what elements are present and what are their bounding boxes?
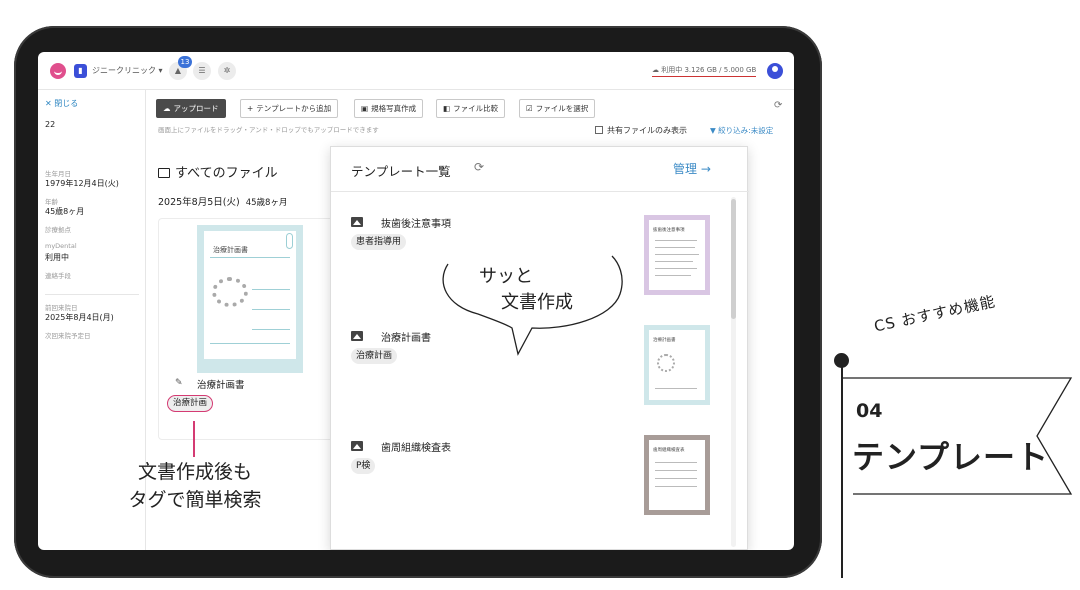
birthday-value: 1979年12月4日(火)	[45, 179, 119, 188]
photo-button[interactable]: ▣ 規格写真作成	[354, 99, 424, 118]
clinic-icon: ▮	[74, 64, 87, 78]
close-button[interactable]: ✕ 閉じる	[45, 98, 78, 109]
file-name: 治療計画書	[197, 380, 245, 391]
gear-icon[interactable]: ✲	[218, 62, 236, 80]
divider	[45, 294, 139, 295]
bubble-line-1: サッと	[479, 266, 533, 287]
scrollbar-thumb[interactable]	[731, 199, 736, 319]
sync-icon[interactable]: ⟳	[774, 100, 782, 111]
clip-icon	[286, 233, 293, 249]
thumb-title: 歯周組織検査表	[653, 448, 685, 453]
template-thumbnail[interactable]: 抜歯後注意事項	[644, 215, 710, 295]
birthday-label: 生年月日	[45, 170, 71, 178]
notification-badge: 13	[178, 56, 192, 68]
annotation-line-1: 文書作成後も	[137, 461, 252, 483]
cloud-upload-icon: ☁	[163, 104, 171, 113]
template-tag[interactable]: 治療計画	[351, 348, 398, 364]
image-icon	[351, 217, 363, 227]
compare-icon: ◧	[443, 104, 451, 113]
image-icon	[351, 441, 363, 451]
doc-rule	[252, 309, 290, 310]
last-visit-label: 前回来院日	[45, 304, 78, 312]
template-thumbnail[interactable]: 歯周組織検査表	[644, 435, 710, 515]
popup-title: テンプレート一覧	[351, 164, 451, 179]
filter-icon: ▼	[710, 126, 716, 135]
file-tag[interactable]: 治療計画	[167, 395, 214, 412]
upload-button[interactable]: ☁ アップロード	[156, 99, 226, 118]
doc-rule	[252, 289, 290, 290]
contact-label: 連絡手段	[45, 272, 71, 280]
feature-title: テンプレート	[852, 438, 1050, 476]
doc-rule	[210, 257, 290, 258]
document-preview: 治療計画書	[204, 231, 296, 359]
thumb-title: 抜歯後注意事項	[653, 228, 685, 233]
avatar[interactable]	[767, 63, 783, 79]
add-template-button[interactable]: + テンプレートから追加	[240, 99, 339, 118]
clinic-selector[interactable]: ジニークリニック ▾	[92, 65, 163, 76]
refresh-icon[interactable]: ⟳	[474, 160, 484, 174]
clinic-label: 診療拠点	[45, 226, 71, 234]
folder-icon	[158, 168, 170, 178]
template-name[interactable]: 歯周組織検査表	[381, 439, 451, 454]
all-files-heading: すべてのファイル	[158, 162, 278, 181]
shared-only-checkbox[interactable]: 共有ファイルのみ表示	[595, 125, 687, 136]
thumb-title: 治療計画書	[653, 338, 676, 343]
doc-rule	[252, 329, 290, 330]
contacts-icon[interactable]: ☰	[193, 62, 211, 80]
template-name[interactable]: 治療計画書	[381, 329, 431, 344]
select-file-button[interactable]: ☑ ファイルを選択	[519, 99, 596, 118]
last-visit-value: 2025年8月4日(月)	[45, 313, 114, 322]
teeth-diagram-icon	[212, 277, 248, 307]
mydental-label: myDental	[45, 242, 77, 250]
checkbox-icon: ☑	[526, 104, 533, 113]
photo-icon: ▣	[361, 104, 369, 113]
plus-icon: +	[247, 104, 254, 113]
next-visit-label: 次回来院予定日	[45, 332, 91, 340]
app-logo-icon[interactable]	[50, 63, 66, 79]
annotation-line-2: タグで簡単検索	[128, 489, 262, 511]
patient-number: 22	[45, 120, 56, 129]
file-date: 2025年8月5日(火) 45歳8ヶ月	[158, 197, 288, 208]
banner-dot	[834, 353, 849, 368]
file-thumbnail[interactable]: 治療計画書	[197, 225, 303, 373]
storage-usage[interactable]: ☁ 利用中 3.126 GB / 5.000 GB	[652, 65, 757, 77]
image-icon	[351, 331, 363, 341]
compare-button[interactable]: ◧ ファイル比較	[436, 99, 506, 118]
feature-number: 04	[856, 400, 883, 422]
age-value: 45歳8ヶ月	[45, 207, 85, 216]
mydental-value: 利用中	[45, 253, 69, 262]
doc-rule	[210, 343, 290, 344]
pen-icon[interactable]: ✎	[175, 378, 183, 388]
top-bar: ▮ ジニークリニック ▾ ▲ 13 ☰ ✲ ☁ 利用中 3.126 GB / 5…	[38, 52, 794, 90]
bubble-line-2: 文書作成	[501, 292, 573, 313]
annotation-line	[193, 421, 195, 457]
filter-button[interactable]: ▼ 絞り込み:未設定	[710, 125, 773, 136]
template-thumbnail[interactable]: 治療計画書	[644, 325, 710, 405]
drop-hint: 画面上にファイルをドラッグ・アンド・ドロップでもアップロードできます	[158, 126, 379, 134]
manage-link[interactable]: 管理 →	[673, 160, 711, 177]
divider	[331, 191, 749, 192]
template-name[interactable]: 抜歯後注意事項	[381, 215, 451, 230]
template-tag[interactable]: 患者指導用	[351, 234, 407, 250]
doc-title: 治療計画書	[213, 246, 248, 254]
feature-label: CS おすすめ機能	[872, 292, 998, 336]
age-label: 年齢	[45, 198, 58, 206]
